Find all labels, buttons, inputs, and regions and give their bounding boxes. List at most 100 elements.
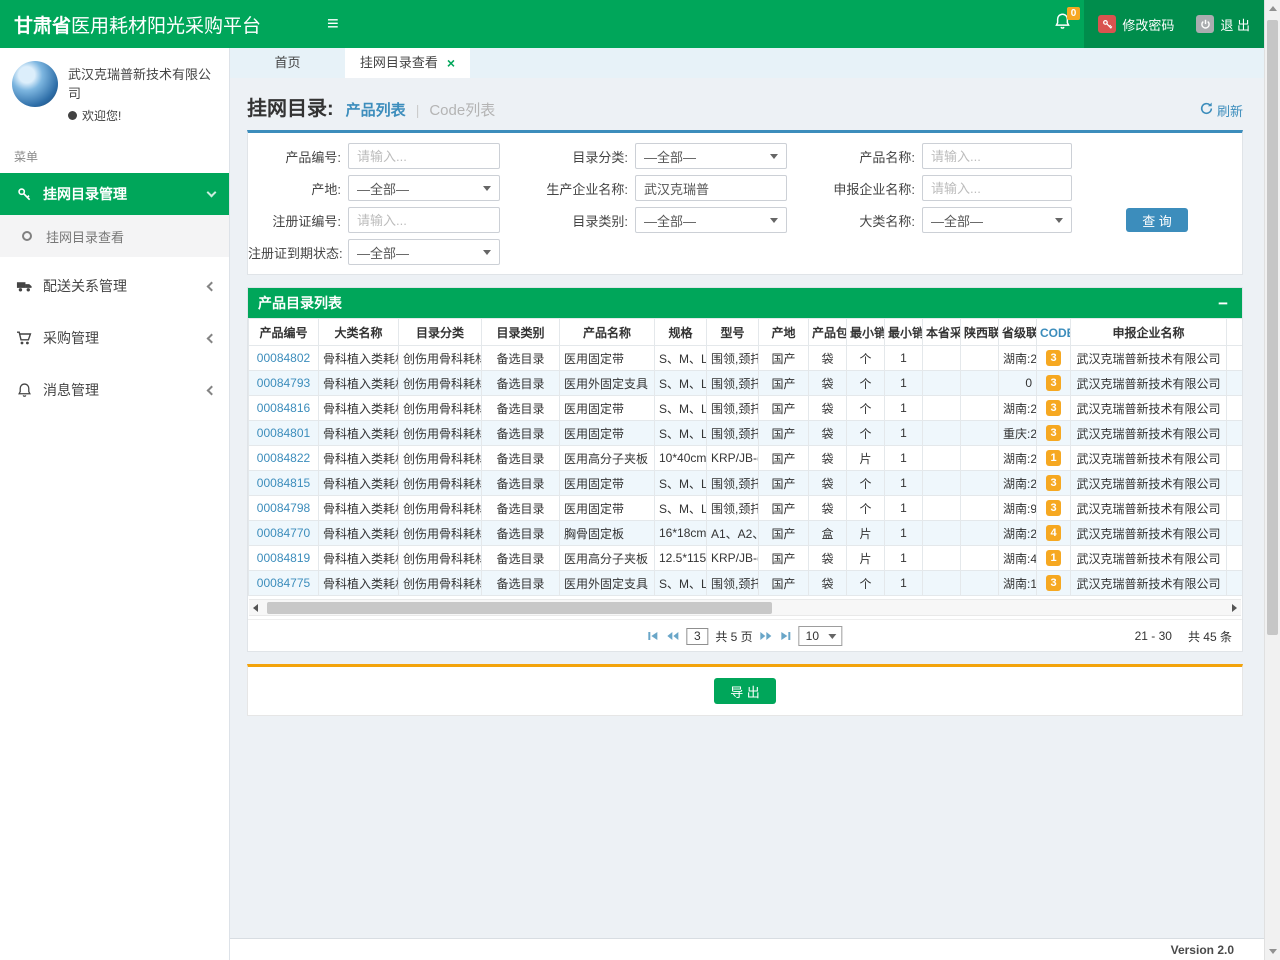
view-toggle-code[interactable]: Code列表 (429, 99, 495, 120)
cert-expire-select[interactable]: —全部— (348, 239, 500, 265)
cell-codes: 3 (1037, 496, 1071, 521)
product-code-link[interactable]: 00084798 (257, 501, 310, 515)
page-number-input[interactable] (686, 628, 708, 645)
scroll-left-icon[interactable] (253, 604, 258, 612)
view-toggle-product[interactable]: 产品列表 (346, 99, 406, 120)
cell-qty: 1 (885, 371, 923, 396)
major-class-select[interactable]: —全部— (922, 207, 1072, 233)
catalog-category-select[interactable]: —全部— (635, 207, 787, 233)
code-count-badge[interactable]: 1 (1046, 450, 1060, 466)
column-header-level: 省级联动 (999, 319, 1037, 346)
code-count-badge[interactable]: 1 (1046, 550, 1060, 566)
major-class-label: 大类名称: (787, 211, 922, 230)
horizontal-scrollbar-thumb[interactable] (267, 602, 772, 614)
sidebar-item-purchase-management[interactable]: 采购管理 (0, 317, 229, 359)
sidebar-item-message-management[interactable]: 消息管理 (0, 369, 229, 411)
code-count-badge[interactable]: 3 (1046, 350, 1060, 366)
cell-qty: 1 (885, 446, 923, 471)
status-dot-icon (68, 111, 77, 120)
logout-button[interactable]: 退 出 (1196, 15, 1250, 34)
scroll-down-icon[interactable] (1269, 949, 1277, 954)
vertical-scrollbar[interactable] (1264, 0, 1280, 960)
product-code-input[interactable] (348, 143, 500, 169)
chevron-left-icon (207, 281, 217, 291)
product-code-link[interactable]: 00084770 (257, 526, 310, 540)
cell-model: 围领,颈托 (707, 496, 759, 521)
cell-codes: 3 (1037, 346, 1071, 371)
tab-catalog-view[interactable]: 挂网目录查看 × (345, 48, 470, 78)
product-code-link[interactable]: 00084793 (257, 376, 310, 390)
cell-model: 围领,颈托 (707, 346, 759, 371)
product-code-link[interactable]: 00084819 (257, 551, 310, 565)
cell-origin: 国产 (759, 446, 809, 471)
code-count-badge[interactable]: 3 (1046, 400, 1060, 416)
collapse-icon[interactable]: − (1214, 295, 1232, 312)
cell-cls: 创伤用骨科耗材 (399, 471, 482, 496)
refresh-button[interactable]: 刷新 (1200, 101, 1243, 120)
cell-spec: S、M、L (655, 471, 707, 496)
cell-unit: 个 (847, 346, 885, 371)
page-title: 挂网目录: (247, 92, 334, 121)
export-button[interactable]: 导 出 (714, 678, 776, 704)
prev-page-icon[interactable] (666, 630, 679, 642)
search-button[interactable]: 查 询 (1126, 208, 1188, 232)
code-count-badge[interactable]: 3 (1046, 500, 1060, 516)
code-count-badge[interactable]: 4 (1046, 525, 1060, 541)
cell-cls: 创伤用骨科耗材 (399, 496, 482, 521)
next-page-icon[interactable] (760, 630, 773, 642)
product-code-link[interactable]: 00084801 (257, 426, 310, 440)
code-count-badge[interactable]: 3 (1046, 575, 1060, 591)
origin-select[interactable]: —全部— (348, 175, 500, 201)
cell-shaanxi (961, 546, 999, 571)
code-count-badge[interactable]: 3 (1046, 425, 1060, 441)
cell-level: 湖南:2 (999, 521, 1037, 546)
search-panel: 产品编号: 目录分类: —全部— 产品名称: 产地: —全部— 生产企业名称: … (247, 130, 1243, 275)
cell-origin: 国产 (759, 546, 809, 571)
cell-pack: 袋 (809, 371, 847, 396)
scroll-up-icon[interactable] (1269, 6, 1277, 11)
product-name-input[interactable] (922, 143, 1072, 169)
close-icon[interactable]: × (447, 56, 455, 70)
cert-no-input[interactable] (348, 207, 500, 233)
product-table: 产品编号大类名称目录分类目录类别产品名称规格型号产地产品包装最小销售单位最小销售… (248, 318, 1242, 596)
cell-prov (923, 396, 961, 421)
cell-spec: S、M、L (655, 571, 707, 596)
cell-manufact: 武汉克瑞普新技术有限公司 (1227, 521, 1243, 546)
sidebar-item-delivery-management[interactable]: 配送关系管理 (0, 265, 229, 307)
code-count-badge[interactable]: 3 (1046, 475, 1060, 491)
column-header-prov: 本省采购 (923, 319, 961, 346)
table-row: 00084801骨科植入类耗材创伤用骨科耗材备选目录医用固定带S、M、L围领,颈… (249, 421, 1243, 446)
last-page-icon[interactable] (780, 630, 792, 642)
product-code-link[interactable]: 00084815 (257, 476, 310, 490)
hamburger-icon[interactable]: ≡ (327, 0, 339, 48)
first-page-icon[interactable] (647, 630, 659, 642)
product-code-link[interactable]: 00084802 (257, 351, 310, 365)
tab-label: 挂网目录查看 (360, 48, 438, 78)
cell-prov (923, 521, 961, 546)
product-code-link[interactable]: 00084775 (257, 576, 310, 590)
scroll-right-icon[interactable] (1232, 604, 1237, 612)
tab-home[interactable]: 首页 (230, 48, 345, 78)
cell-unit: 片 (847, 546, 885, 571)
vertical-scrollbar-thumb[interactable] (1267, 20, 1278, 635)
cell-name: 医用固定带 (560, 471, 655, 496)
code-count-badge[interactable]: 3 (1046, 375, 1060, 391)
cell-cls: 创伤用骨科耗材 (399, 546, 482, 571)
horizontal-scrollbar[interactable] (249, 599, 1241, 616)
page-size-select[interactable]: 10 (799, 626, 843, 646)
product-code-link[interactable]: 00084822 (257, 451, 310, 465)
main-area: 首页 挂网目录查看 × 挂网目录: 产品列表 | Code列表 刷新 (230, 48, 1264, 960)
cell-name: 医用固定带 (560, 496, 655, 521)
sidebar-item-catalog-view[interactable]: 挂网目录查看 (0, 215, 229, 257)
declare-company-input[interactable] (922, 175, 1072, 201)
manufacturer-input[interactable] (635, 175, 787, 201)
sidebar-item-catalog-management[interactable]: 挂网目录管理 (0, 173, 229, 215)
sidebar-item-label: 消息管理 (43, 380, 99, 400)
cell-cat: 备选目录 (482, 346, 560, 371)
product-code-link[interactable]: 00084816 (257, 401, 310, 415)
table-row: 00084798骨科植入类耗材创伤用骨科耗材备选目录医用固定带S、M、L围领,颈… (249, 496, 1243, 521)
catalog-class-select[interactable]: —全部— (635, 143, 787, 169)
notifications-button[interactable]: 0 (1040, 0, 1084, 48)
change-password-button[interactable]: 修改密码 (1098, 15, 1174, 34)
cell-code: 00084819 (249, 546, 319, 571)
